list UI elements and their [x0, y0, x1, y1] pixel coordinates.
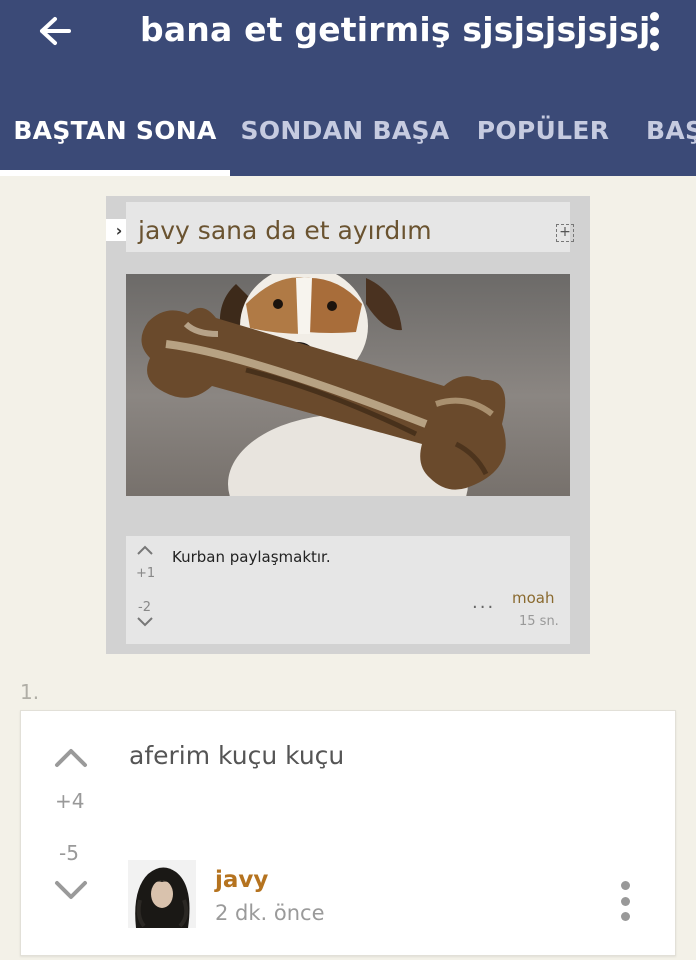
dog-with-bone-illustration	[141, 274, 506, 496]
more-horizontal-icon[interactable]: ...	[472, 592, 495, 613]
tab-partial[interactable]: BAŞ	[646, 100, 696, 176]
screenshot-upvote-count: +1	[136, 566, 156, 581]
tab-sondan-basa[interactable]: SONDAN BAŞA	[232, 100, 458, 176]
embedded-screenshot: › + javy sana da et ayırdım +1 Kurban pa…	[106, 196, 590, 654]
screenshot-topic-title: javy sana da et ayırdım	[138, 216, 432, 245]
entry-author[interactable]: javy	[215, 867, 268, 893]
screenshot-entry: +1 Kurban paylaşmaktır. -2 ... moah 15 s…	[126, 536, 570, 644]
avatar[interactable]	[128, 860, 196, 928]
chevron-down-icon[interactable]	[136, 616, 154, 628]
sort-tabs: BAŞTAN SONA SONDAN BAŞA POPÜLER BAŞ	[0, 100, 696, 176]
screenshot-entry-author[interactable]: moah	[512, 589, 555, 607]
entry-card: +4 -5 aferim kuçu kuçu javy 2 dk. önce	[20, 710, 676, 956]
more-vertical-icon	[620, 881, 630, 890]
downvote-icon[interactable]	[51, 875, 91, 905]
app-bar: bana et getirmiş sjsjsjsjsjsj BAŞTAN SON…	[0, 0, 696, 176]
chevron-up-icon[interactable]	[136, 544, 154, 556]
tab-populer[interactable]: POPÜLER	[464, 100, 622, 176]
screenshot-downvote-count: -2	[138, 600, 151, 615]
dog-with-bone-photo	[126, 274, 570, 496]
active-tab-indicator	[0, 170, 230, 176]
screenshot-entry-text: Kurban paylaşmaktır.	[172, 548, 331, 566]
back-button[interactable]	[30, 8, 80, 54]
entry-more-button[interactable]	[615, 881, 635, 921]
tab-bastan-sona[interactable]: BAŞTAN SONA	[0, 100, 230, 176]
screenshot-entry-time: 15 sn.	[519, 614, 559, 629]
downvote-count: -5	[59, 841, 79, 865]
upvote-icon[interactable]	[51, 743, 91, 773]
entry-timestamp[interactable]: 2 dk. önce	[215, 901, 325, 925]
author-avatar-image	[128, 860, 196, 928]
more-vertical-icon	[649, 11, 659, 21]
more-options-button[interactable]	[636, 8, 672, 54]
entry-text: aferim kuçu kuçu	[129, 741, 345, 770]
arrow-left-icon	[40, 17, 71, 45]
expand-icon[interactable]: +	[556, 224, 574, 242]
page-title: bana et getirmiş sjsjsjsjsjsj	[140, 10, 651, 49]
upvote-count: +4	[55, 789, 85, 813]
entry-index: 1.	[20, 680, 40, 704]
